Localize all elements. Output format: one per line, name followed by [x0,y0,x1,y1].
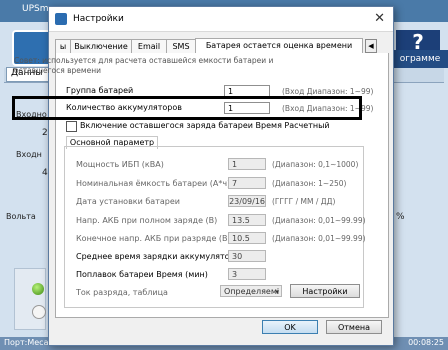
dialog-titlebar: Настройки ✕ [49,7,393,32]
highlight-box [12,96,362,120]
end-voltage-input[interactable]: 10.5 [228,232,266,244]
tab-email[interactable]: Email [131,39,167,53]
capacity-input[interactable]: 7 [228,177,266,189]
app-program-tab[interactable]: ограмме [392,50,448,68]
dialog-tabs: ы Выключение Email SMS Батарея остается … [55,38,387,67]
full-voltage-label: Напр. АКБ при полном заряде (В) [76,216,218,225]
hint-text: Совет: используется для расчета оставшей… [14,56,274,75]
status-time: 00:08:25 [408,338,444,347]
full-voltage-range: (Диапазон: 0,01~99.99) [272,216,366,225]
calc-time-label: Включение оставшегося заряда батареи Вре… [80,121,330,130]
float-time-label: Поплавок батареи Время (мин) [76,270,208,279]
tab-left-arrow-icon[interactable]: ◀ [365,39,377,53]
end-voltage-range: (Диапазон: 0,01~99.99) [272,234,366,243]
install-date-format: (ГГГГ / ММ / ДД) [272,197,336,206]
tab-battery-time[interactable]: Батарея остается оценка времени [195,38,363,53]
close-icon[interactable]: ✕ [374,11,385,26]
ups-power-input[interactable]: 1 [228,158,266,170]
dialog-title: Настройки [73,14,124,24]
tab-partial[interactable]: ы [55,39,71,53]
tab-scroll: ◀▶ [365,39,387,67]
float-time-input[interactable]: 3 [228,268,266,280]
discharge-mode-select[interactable]: Определяемі ▾ [220,285,282,297]
off-led-icon [32,305,46,319]
ups-power-label: Мощность ИБП (кВА) [76,160,164,169]
chevron-down-icon: ▾ [275,288,279,296]
discharge-mode-value: Определяемі [224,287,280,296]
cancel-button[interactable]: Отмена [326,320,382,334]
input-value-1: 2 [42,128,48,138]
discharge-table-label: Ток разряда, таблица [76,288,168,297]
app-title: UPSm [22,4,49,14]
end-voltage-label: Конечное напр. АКБ при разряде (В) [76,234,231,243]
capacity-label: Номинальная ёмкость батареи (А*ч) [76,179,231,188]
status-panel [14,268,46,330]
full-voltage-input[interactable]: 13.5 [228,214,266,226]
ok-button[interactable]: OK [262,320,318,334]
voltage-label: Вольта [6,212,36,221]
percent-label: % [396,212,405,222]
ups-power-range: (Диапазон: 0,1~1000) [272,160,359,169]
green-led-icon [32,283,44,295]
install-date-label: Дата установки батареи [76,197,180,206]
tab-sms[interactable]: SMS [166,39,196,53]
install-date-input[interactable]: 2023/09/16 [228,195,266,207]
calc-time-checkbox[interactable] [66,121,77,132]
capacity-range: (Диапазон: 1~250) [272,179,347,188]
settings-icon [55,13,67,25]
discharge-settings-button[interactable]: Настройки [290,284,360,298]
tab-shutdown[interactable]: Выключение [70,39,132,53]
avg-charge-input[interactable]: 30 [228,250,266,262]
input-value-2: 4 [42,168,48,178]
input-label-2: Входн [16,150,42,159]
battery-group-range: (Вход Диапазон: 1~99) [282,87,374,96]
battery-group-label: Группа батарей [66,86,134,95]
